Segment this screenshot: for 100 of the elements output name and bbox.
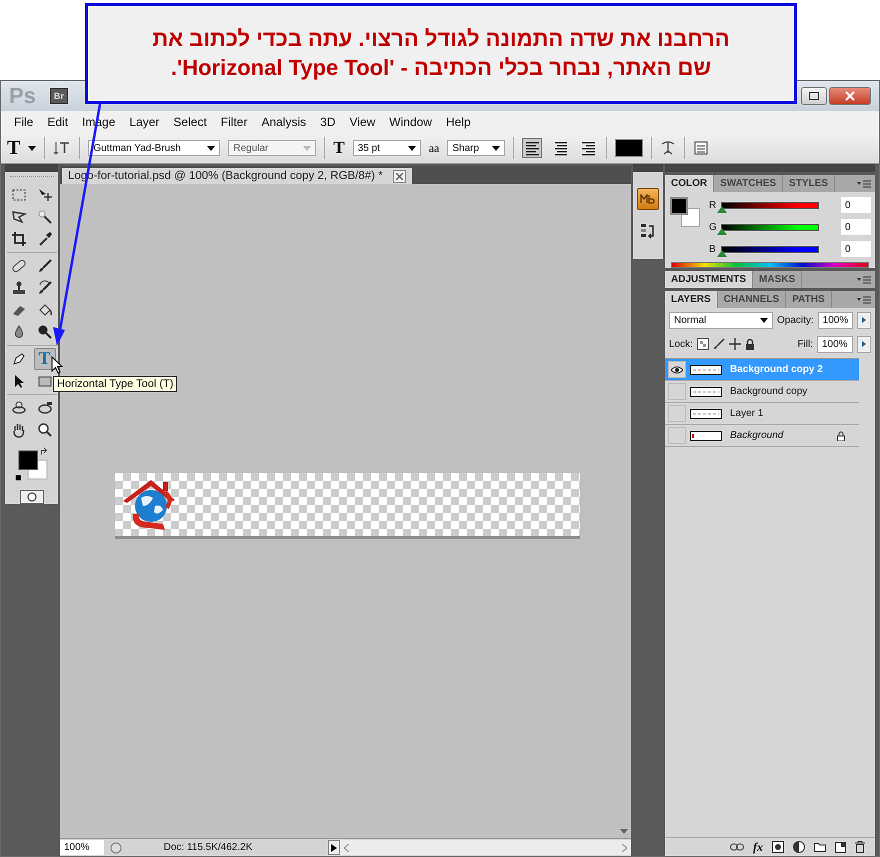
paint-bucket-icon [36,302,52,318]
link-icon[interactable] [730,843,744,851]
panel-menu-icon[interactable] [857,276,871,284]
panel-menu-icon[interactable] [857,180,871,188]
close-tab-button[interactable] [392,170,406,182]
panel-tab[interactable]: ADJUSTMENTS [665,271,754,288]
mini-bridge-button[interactable] [637,188,659,210]
layer-style-button[interactable]: fx [753,840,763,854]
menu-item[interactable]: View [342,115,382,129]
menu-item[interactable]: File [7,115,40,129]
magic-wand-icon [36,208,52,225]
mb-letters-icon [640,194,656,204]
panel-tab[interactable]: LAYERS [665,291,718,308]
brush-icon [36,258,52,274]
hand-icon [10,422,26,438]
anti-alias-dropdown[interactable]: Sharp [447,140,506,156]
folder-icon[interactable] [814,842,826,852]
text-orientation-icon[interactable] [53,140,72,156]
fill-label: Fill: [797,338,813,350]
trash-icon[interactable] [855,841,865,853]
menu-item[interactable]: Analysis [254,115,314,129]
channel-label: R [709,200,717,210]
bridge-button[interactable]: Br [50,88,68,104]
slider-thumb[interactable] [717,228,727,234]
eyedropper-icon [36,230,52,247]
slider-thumb[interactable] [717,206,727,212]
warp-text-icon[interactable] [660,140,676,156]
zoom-field[interactable]: 100% [60,840,104,855]
font-family-dropdown[interactable]: Guttman Yad-Brush [88,140,220,156]
visibility-toggle[interactable] [668,405,686,422]
caret-icon [408,146,416,150]
lock-icon[interactable] [744,338,755,350]
layer-thumbnail [690,386,722,396]
menu-item[interactable]: Filter [214,115,254,129]
horizontal-scrollbar[interactable] [340,840,631,855]
lock-label: Lock: [669,338,693,350]
layer-thumbnail [690,430,722,440]
channel-value-field[interactable]: 0 [841,197,871,213]
opacity-field[interactable]: 100% [818,312,854,328]
menu-item[interactable]: Edit [40,115,76,129]
visibility-toggle[interactable] [668,361,686,378]
fill-slider-button[interactable] [857,336,871,352]
menu-item[interactable]: Window [382,115,439,129]
text-align-button[interactable] [522,138,542,158]
new-layer-icon[interactable] [835,842,846,852]
panels-toggle-icon[interactable] [693,140,710,156]
pen-icon [10,350,26,367]
status-icon[interactable] [110,842,122,854]
crop-icon [10,230,26,247]
menu-item[interactable]: Help [438,115,478,129]
scroll-right-icon[interactable] [622,844,627,852]
triangle-right-icon [862,317,866,323]
caret-icon [303,146,312,150]
status-menu-button[interactable] [328,840,340,855]
document-size-text: Doc: 115.5K/462.2K [162,842,254,853]
close-icon [845,91,855,101]
close-icon [396,172,403,180]
panel-menu-icon[interactable] [857,296,871,304]
tooltip: Horizontal Type Tool (T) [53,376,178,392]
caret-icon [28,146,36,150]
history-panel-icon[interactable] [639,222,657,240]
text-align-icon [553,140,568,156]
menu-item[interactable]: 3D [313,115,342,129]
text-color-swatch[interactable] [615,139,644,157]
mask-icon[interactable] [772,841,784,853]
selection-rectangle-icon [10,186,26,203]
scroll-left-icon[interactable] [344,844,349,852]
close-button[interactable] [829,87,871,105]
dodge-icon [36,324,52,340]
visibility-toggle[interactable] [668,427,686,444]
layer-row[interactable]: Layer 1 [665,403,859,425]
lock-brush-icon[interactable] [712,338,725,350]
menu-item[interactable]: Select [166,115,214,129]
channel-value-field[interactable]: 0 [841,241,871,257]
type-tool-preset-button[interactable]: T [7,136,20,160]
visibility-toggle[interactable] [668,383,686,400]
layer-thumbnail [690,364,722,374]
anti-alias-label: aa [428,140,440,156]
font-size-dropdown[interactable]: 35 pt [352,140,421,156]
blend-mode-dropdown[interactable]: Normal [669,312,773,328]
scroll-down-icon[interactable] [620,829,628,834]
opacity-slider-button[interactable] [857,312,871,328]
lock-position-icon[interactable] [728,338,741,350]
lock-transparency-icon[interactable] [696,338,709,350]
layer-row[interactable]: Background [665,425,859,447]
fill-field[interactable]: 100% [817,336,853,352]
adjustment-layer-icon[interactable] [793,841,805,853]
restore-button[interactable] [801,87,827,105]
panel-tab[interactable]: COLOR [665,175,714,192]
layer-thumbnail [690,408,722,418]
quick-mask-button[interactable] [20,490,44,504]
text-align-icon [525,140,540,156]
layer-row[interactable]: Background copy [665,381,859,403]
menu-item[interactable]: Layer [122,115,166,129]
layer-name: Background copy 2 [730,364,824,375]
color-spectrum-bar[interactable] [671,262,869,268]
channel-value-field[interactable]: 0 [841,219,871,235]
text-align-icon [581,140,596,156]
stamp-icon [10,280,26,296]
app-logo: Ps [9,83,36,109]
